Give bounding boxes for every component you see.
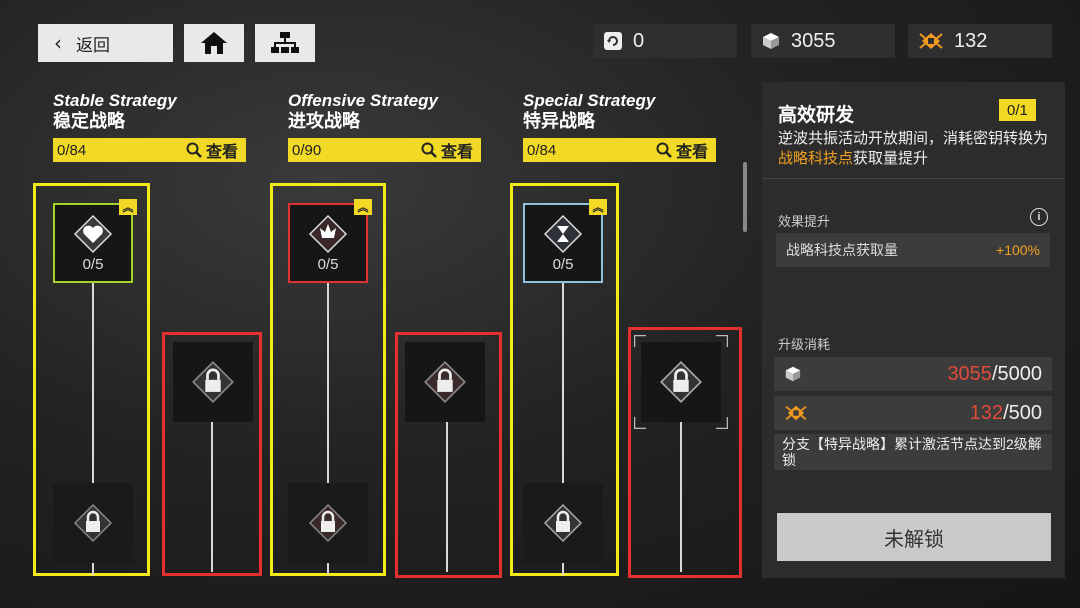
search-icon — [656, 142, 672, 158]
branch-stable-progress-value: 0/84 — [57, 141, 87, 159]
chip-icon — [785, 405, 807, 421]
divider — [762, 178, 1065, 179]
scrollbar[interactable] — [743, 162, 747, 232]
connector-line — [92, 563, 94, 575]
refresh-icon — [604, 32, 622, 50]
view-label: 查看 — [205, 144, 238, 161]
stable-root-node[interactable]: 0/5 — [53, 203, 133, 283]
cube-icon — [763, 33, 779, 49]
panel-description: 逆波共振活动开放期间，消耗密钥转换为战略科技点获取量提升 — [778, 129, 1063, 169]
branch-offensive-title-en: Offensive Strategy — [288, 91, 438, 110]
node-count: 0/5 — [552, 255, 574, 273]
upgrade-chevron-icon: ︽ — [354, 199, 372, 215]
lock-icon — [192, 361, 234, 403]
cost-chip-have: 132 — [969, 401, 1004, 424]
connector-line — [327, 283, 329, 488]
cost-cube-row: 3055/5000 — [774, 357, 1052, 391]
search-icon — [421, 142, 437, 158]
branch-offensive-progress: 0/90 查看 — [288, 138, 481, 162]
connector-line — [562, 563, 564, 575]
hierarchy-icon — [271, 32, 299, 53]
connector-line — [327, 563, 329, 575]
search-icon — [186, 142, 202, 158]
connector-line — [92, 283, 94, 488]
special-locked-node[interactable] — [523, 483, 603, 563]
hourglass-icon — [543, 214, 583, 253]
offensive-root-node[interactable]: 0/5 — [288, 203, 368, 283]
heart-icon — [73, 214, 113, 253]
branch-stable-title: Stable Strategy 稳定战略 — [53, 90, 177, 132]
special-side-selected-node[interactable] — [641, 342, 721, 422]
branch-stable-title-cn: 稳定战略 — [53, 111, 125, 131]
cost-cube-have: 3055 — [947, 362, 992, 385]
flame-icon — [308, 214, 348, 253]
cube-value: 3055 — [791, 29, 836, 52]
branch-offensive-progress-value: 0/90 — [292, 141, 322, 159]
chevron-left-icon: ‹ — [54, 31, 62, 55]
back-label: 返回 — [76, 35, 110, 55]
panel-title: 高效研发 — [778, 105, 855, 126]
resource-chip: 132 — [908, 24, 1052, 58]
effect-value: +100% — [996, 242, 1040, 258]
special-root-node[interactable]: 0/5 — [523, 203, 603, 283]
connector-line — [680, 422, 682, 572]
connector-line — [446, 422, 448, 572]
effect-label: 效果提升 — [778, 214, 831, 229]
cost-cube-need: /5000 — [991, 362, 1042, 385]
branch-special-title-en: Special Strategy — [523, 91, 656, 110]
cost-chip-need: /500 — [1003, 401, 1042, 424]
effect-row: 战略科技点获取量 +100% — [776, 233, 1050, 267]
lock-icon — [660, 361, 702, 403]
refresh-value: 0 — [633, 29, 645, 52]
desc-suffix: 获取量提升 — [853, 150, 929, 167]
resource-cube: 3055 — [751, 24, 895, 58]
branch-special-title-cn: 特异战略 — [523, 111, 595, 131]
resource-refresh: 0 — [593, 24, 737, 58]
upgrade-chevron-icon: ︽ — [589, 199, 607, 215]
cube-icon — [785, 366, 801, 382]
chip-icon — [919, 33, 943, 49]
branch-stable-title-en: Stable Strategy — [53, 91, 177, 110]
branch-offensive-view-button[interactable]: 查看 — [421, 138, 473, 162]
cost-chip-row: 132/500 — [774, 396, 1052, 430]
lock-icon — [308, 503, 348, 543]
branch-special-progress: 0/84 查看 — [523, 138, 716, 162]
stable-locked-node[interactable] — [53, 483, 133, 563]
branch-offensive-title-cn: 进攻战略 — [288, 111, 360, 131]
node-count: 0/5 — [82, 255, 104, 273]
effect-name: 战略科技点获取量 — [786, 242, 898, 258]
connector-line — [211, 422, 213, 572]
lock-icon — [424, 361, 466, 403]
branch-stable-view-button[interactable]: 查看 — [186, 138, 238, 162]
tree-view-button[interactable] — [255, 24, 315, 62]
desc-prefix: 逆波共振活动开放期间，消耗密钥转换为 — [778, 130, 1049, 147]
view-label: 查看 — [440, 144, 473, 161]
offensive-locked-node[interactable] — [288, 483, 368, 563]
desc-highlight: 战略科技点 — [778, 150, 854, 167]
lock-icon — [543, 503, 583, 543]
node-count: 0/5 — [317, 255, 339, 273]
home-button[interactable] — [184, 24, 244, 62]
cost-label: 升级消耗 — [778, 337, 831, 352]
detail-panel: 高效研发 0/1 逆波共振活动开放期间，消耗密钥转换为战略科技点获取量提升 效果… — [762, 82, 1065, 578]
upgrade-chevron-icon: ︽ — [119, 199, 137, 215]
lock-icon — [73, 503, 113, 543]
branch-special-view-button[interactable]: 查看 — [656, 138, 708, 162]
stable-side-locked-node[interactable] — [173, 342, 253, 422]
branch-stable-progress: 0/84 查看 — [53, 138, 246, 162]
view-label: 查看 — [675, 144, 708, 161]
connector-line — [562, 283, 564, 488]
branch-special-progress-value: 0/84 — [527, 141, 557, 159]
info-icon[interactable]: i — [1030, 208, 1048, 226]
requirement-text: 分支【特异战略】累计激活节点达到2级解锁 — [774, 434, 1052, 470]
unlock-button[interactable]: 未解锁 — [777, 513, 1051, 561]
chip-value: 132 — [954, 29, 988, 52]
branch-special-title: Special Strategy 特异战略 — [523, 90, 655, 132]
branch-offensive-title: Offensive Strategy 进攻战略 — [288, 90, 438, 132]
level-tag: 0/1 — [999, 99, 1036, 121]
offensive-side-locked-node[interactable] — [405, 342, 485, 422]
back-button[interactable]: ‹ 返回 — [38, 24, 173, 62]
home-icon — [201, 32, 227, 54]
